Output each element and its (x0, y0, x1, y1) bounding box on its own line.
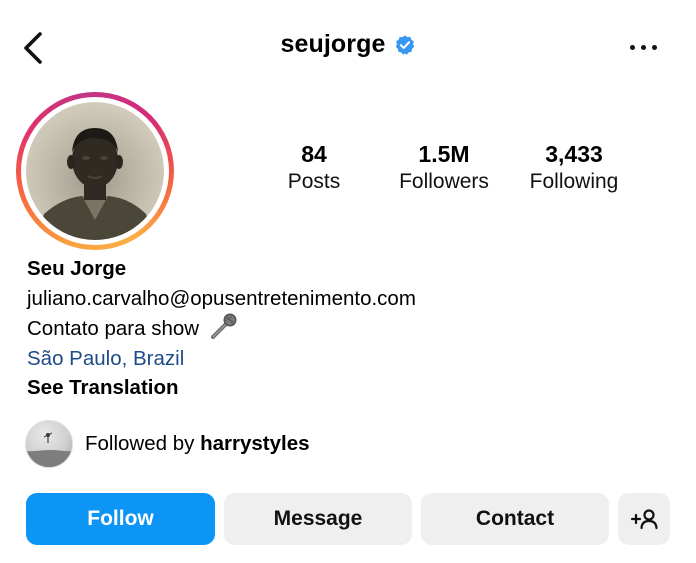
followed-by-prefix: Followed by (85, 432, 195, 455)
followed-by-row[interactable]: Followed by harrystyles (25, 420, 310, 468)
stat-label: Followers (399, 170, 489, 193)
see-translation-link[interactable]: See Translation (27, 373, 416, 403)
bio-tagline-line: Contato para show (27, 313, 416, 344)
stat-following[interactable]: 3,433 Following (516, 140, 632, 196)
profile-avatar (26, 102, 164, 240)
profile-avatar-story-ring[interactable] (16, 92, 174, 250)
microphone-icon (210, 313, 237, 339)
bio-location-link[interactable]: São Paulo, Brazil (27, 344, 416, 374)
bio-tagline: Contato para show (27, 317, 200, 340)
profile-display-name: Seu Jorge (27, 257, 127, 280)
profile-username: seujorge (280, 30, 386, 58)
stat-value: 1.5M (418, 141, 470, 167)
portrait-illustration (36, 128, 154, 240)
followed-by-text: Followed by harrystyles (85, 432, 310, 456)
stat-posts[interactable]: 84 Posts (270, 140, 358, 196)
stat-followers[interactable]: 1.5M Followers (384, 140, 504, 196)
follow-button[interactable]: Follow (26, 493, 215, 545)
follower-avatar-image (26, 432, 72, 467)
stat-value: 3,433 (545, 141, 603, 167)
verified-badge-icon (395, 34, 414, 55)
more-dot-icon (629, 44, 635, 50)
profile-bio: Seu Jorge juliano.carvalho@opusentreteni… (27, 254, 416, 403)
more-dot-icon (640, 44, 646, 50)
message-button[interactable]: Message (224, 493, 412, 545)
suggested-users-button[interactable] (618, 493, 670, 545)
more-dot-icon (651, 44, 657, 50)
stat-value: 84 (301, 141, 327, 167)
more-options-button[interactable] (626, 37, 660, 57)
contact-button[interactable]: Contact (421, 493, 609, 545)
stat-label: Following (529, 170, 619, 193)
bio-email[interactable]: juliano.carvalho@opusentretenimento.com (27, 284, 416, 314)
follower-avatar (25, 420, 73, 468)
stat-label: Posts (287, 170, 341, 193)
add-person-icon (630, 509, 658, 530)
profile-header: seujorge (0, 30, 696, 59)
followed-by-username[interactable]: harrystyles (200, 432, 309, 455)
profile-page: seujorge 84 Posts 1.5M Followers 3,433 F… (0, 0, 696, 563)
